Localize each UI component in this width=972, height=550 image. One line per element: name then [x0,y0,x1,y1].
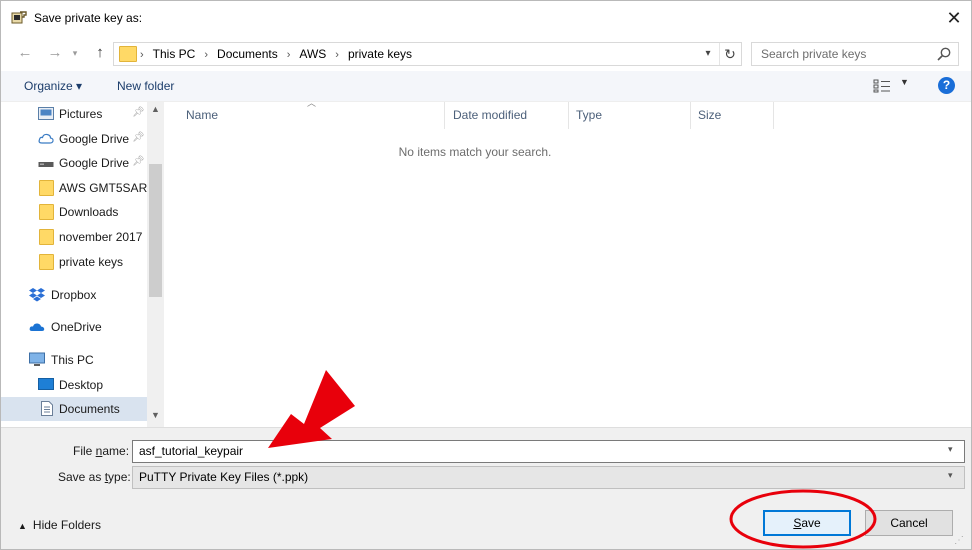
nav-item-label: OneDrive [51,320,102,334]
desktop-icon [38,378,54,390]
column-header-date-modified[interactable]: Date modified [446,102,569,129]
nav-item-label: This PC [51,353,94,367]
folder-icon [39,180,54,196]
help-icon[interactable]: ? [938,77,955,94]
save-as-type-value: PuTTY Private Key Files (*.ppk) [139,470,309,484]
window-title: Save private key as: [34,11,143,25]
nav-item-label: Google Drive [59,156,130,170]
nav-item-documents[interactable]: Documents [1,397,147,421]
nav-item-google-drive[interactable]: Google Drive 📌︎ [1,127,147,151]
save-dialog: Save private key as: ✕ ← → ▾ ↑ › This PC ›… [0,0,972,550]
nav-pane-scrollbar[interactable]: ▲ ▼ [147,102,164,427]
hide-folders-toggle[interactable]: ▲ Hide Folders [18,518,101,532]
onedrive-icon [29,323,45,331]
column-header-type[interactable]: Type [569,102,691,129]
folder-icon [39,229,54,245]
command-bar: Organize ▾ New folder ▼ ? [1,71,971,102]
nav-item-label: AWS GMT5SAR [59,181,148,195]
navigation-pane: Pictures 📌︎ Google Drive 📌︎ Google Drive… [1,102,164,427]
up-icon[interactable]: ↑ [90,43,110,63]
scrollbar-thumb[interactable] [149,164,162,297]
nav-item-google-drive-2[interactable]: Google Drive 📌︎ [1,151,147,175]
breadcrumb-this-pc[interactable]: This PC [153,47,196,61]
nav-item-pictures[interactable]: Pictures 📌︎ [1,102,147,126]
column-header-size[interactable]: Size [691,102,774,129]
search-icon[interactable] [936,46,952,62]
nav-item-label: november 2017 [59,230,143,244]
nav-item-label: Desktop [59,378,104,392]
organize-button[interactable]: Organize ▾ [24,79,82,93]
nav-item-label: Google Drive [59,132,130,146]
nav-item-label: Downloads [59,205,119,219]
new-folder-button[interactable]: New folder [117,79,174,93]
nav-item-onedrive[interactable]: OneDrive [1,315,147,339]
annotation-circle [729,489,877,549]
file-name-dropdown-icon[interactable]: ▾ [948,444,953,455]
refresh-icon[interactable]: ↻ [719,43,740,65]
resize-grip-icon[interactable]: ⋰ [954,535,964,546]
nav-item-label: Dropbox [51,288,97,302]
google-drive-icon [38,133,54,144]
nav-item-downloads[interactable]: Downloads [1,200,147,224]
breadcrumb-aws[interactable]: AWS [299,47,326,61]
column-header-name[interactable]: Name [164,102,445,129]
caret-up-icon: ▲ [18,521,27,531]
search-box[interactable]: Search private keys [751,42,959,66]
nav-item-november-2017[interactable]: november 2017 [1,225,147,249]
dropbox-icon [29,288,45,302]
save-as-type-select[interactable]: PuTTY Private Key Files (*.ppk) ▾ [132,466,965,489]
nav-item-label: Documents [59,402,120,416]
nav-item-label: private keys [59,255,124,269]
close-icon[interactable]: ✕ [941,7,967,29]
view-dropdown-chevron-icon[interactable]: ▼ [900,77,909,87]
save-as-type-label: Save as type: [58,470,131,484]
breadcrumb: › This PC › Documents › AWS › private keys [140,47,412,61]
empty-message: No items match your search. [398,145,552,159]
breadcrumb-private-keys[interactable]: private keys [348,47,412,61]
title-bar: Save private key as: ✕ [1,1,971,35]
annotation-arrow [268,370,355,448]
address-bar[interactable]: › This PC › Documents › AWS › private keys ▾ ↻ [113,42,742,66]
view-options-icon[interactable] [873,79,891,93]
nav-item-this-pc[interactable]: This PC [1,348,147,372]
recent-locations-chevron-icon[interactable]: ▾ [69,43,81,63]
nav-item-private-keys[interactable]: private keys [1,250,147,274]
cancel-button[interactable]: Cancel [865,510,953,536]
folder-icon [39,204,54,220]
folder-icon [39,254,54,270]
navigation-bar: ← → ▾ ↑ › This PC › Documents › AWS › private k… [1,35,971,71]
file-name-field[interactable]: asf_tutorial_keypair ▾ [132,440,965,463]
address-dropdown-icon[interactable]: ▾ [699,43,717,65]
putty-key-icon [11,11,27,24]
nav-item-label: Pictures [59,107,103,121]
scroll-up-icon[interactable]: ▲ [147,104,164,118]
documents-icon [41,401,53,416]
nav-item-aws-gmt5sar[interactable]: AWS GMT5SAR [1,176,147,200]
forward-icon[interactable]: → [45,43,65,63]
nav-item-dropbox[interactable]: Dropbox [1,283,147,307]
file-name-value[interactable]: asf_tutorial_keypair [139,444,243,458]
nav-item-desktop[interactable]: Desktop [1,373,147,397]
pin-icon: 📌︎ [132,156,145,167]
drive-icon [38,162,54,167]
computer-icon [29,352,45,366]
save-as-type-dropdown-icon[interactable]: ▾ [948,470,953,481]
pin-icon: 📌︎ [132,132,145,143]
search-input[interactable]: Search private keys [761,47,866,61]
back-icon[interactable]: ← [15,43,35,63]
breadcrumb-documents[interactable]: Documents [217,47,278,61]
pictures-icon [38,107,54,120]
scroll-down-icon[interactable]: ▼ [147,410,164,424]
file-name-label: File name: [73,444,130,458]
pin-icon: 📌︎ [132,107,145,118]
folder-icon [119,46,137,62]
